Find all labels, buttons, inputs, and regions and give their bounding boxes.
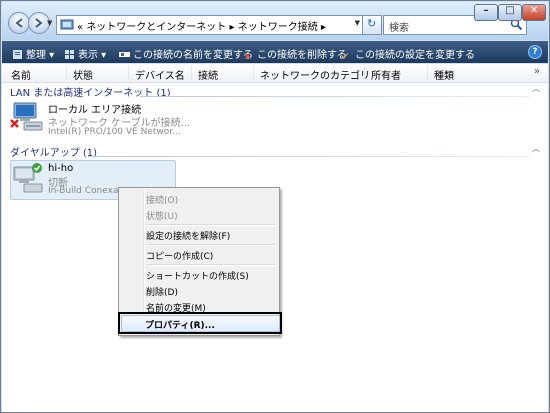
column-type[interactable]: 種類 bbox=[434, 67, 454, 82]
group-title: ダイヤルアップ (1) bbox=[10, 148, 98, 159]
dialup-connection-icon bbox=[13, 163, 43, 193]
group-header-dialup[interactable]: ダイヤルアップ (1) ︿ bbox=[10, 144, 540, 159]
back-arrow-icon bbox=[15, 18, 23, 28]
breadcrumb-network-internet[interactable]: ネットワークとインターネット bbox=[86, 22, 226, 33]
help-button[interactable]: ? bbox=[528, 45, 542, 59]
checkmark-icon: ✓ bbox=[341, 50, 351, 63]
column-divider[interactable] bbox=[253, 66, 254, 80]
properties-callout-box bbox=[118, 312, 282, 334]
change-settings-label: この接続の設定を変更する bbox=[355, 50, 475, 61]
group-header-lan[interactable]: LAN または高速インターネット (1) ︿ bbox=[10, 84, 540, 99]
collapse-chevron-icon[interactable]: ︿ bbox=[532, 83, 540, 94]
list-item-local-area-connection[interactable]: ローカル エリア接続 ネットワーク ケーブルが接続... Intel(R) PR… bbox=[10, 98, 190, 140]
column-divider[interactable] bbox=[191, 66, 192, 80]
forward-arrow-icon bbox=[35, 18, 43, 28]
close-icon: ✕ bbox=[529, 5, 539, 16]
menu-item-delete[interactable]: 削除(D) bbox=[146, 285, 178, 298]
item-device: Intel(R) PRO/100 VE Networ... bbox=[48, 127, 181, 137]
delete-connection-button[interactable]: ✕ この接続を削除する bbox=[243, 46, 347, 63]
item-name: hi-ho bbox=[48, 163, 74, 174]
column-status[interactable]: 状態 bbox=[73, 67, 93, 82]
minimize-icon: – bbox=[483, 5, 489, 16]
network-adapter-icon bbox=[10, 102, 43, 131]
organize-icon bbox=[13, 50, 22, 59]
group-divider bbox=[88, 156, 530, 157]
menu-item-create-shortcut[interactable]: ショートカットの作成(S) bbox=[146, 269, 249, 282]
maximize-button[interactable]: □ bbox=[498, 4, 522, 21]
refresh-button[interactable]: ↻ bbox=[362, 15, 382, 35]
rename-label: この接続の名前を変更する bbox=[133, 50, 253, 61]
item-device: In-Build Conexant bbox=[48, 186, 128, 196]
menu-separator bbox=[146, 244, 275, 246]
column-connection[interactable]: 接続 bbox=[198, 67, 218, 82]
organize-label: 整理 bbox=[26, 50, 46, 61]
view-icon bbox=[65, 50, 74, 59]
column-divider[interactable] bbox=[128, 66, 129, 80]
group-divider bbox=[140, 96, 530, 97]
breadcrumb-separator-icon[interactable]: ▸ bbox=[230, 22, 235, 33]
refresh-icon: ↻ bbox=[367, 17, 377, 30]
menu-item-connect[interactable]: 接続(O) bbox=[146, 193, 178, 206]
column-name[interactable]: 名前 bbox=[11, 67, 31, 82]
menu-separator bbox=[146, 264, 275, 266]
address-bar-area: ▼ « ネットワークとインターネット ▸ ネットワーク接続 ▸ ▼ ↻ 検索 –… bbox=[2, 2, 548, 40]
rename-connection-button[interactable]: この接続の名前を変更する bbox=[119, 46, 253, 61]
more-columns-icon[interactable]: » bbox=[534, 66, 540, 77]
change-settings-button[interactable]: ✓ この接続の設定を変更する bbox=[341, 46, 475, 63]
address-dropdown-icon[interactable]: ▼ bbox=[355, 19, 360, 27]
column-device-name[interactable]: デバイス名 bbox=[135, 67, 185, 82]
menu-item-status[interactable]: 状態(U) bbox=[146, 209, 178, 222]
column-divider[interactable] bbox=[364, 66, 365, 80]
maximize-icon: □ bbox=[505, 5, 515, 16]
organize-menu[interactable]: 整理 ▾ bbox=[12, 46, 54, 61]
network-folder-icon bbox=[60, 19, 74, 30]
breadcrumb-separator-icon[interactable]: ▸ bbox=[321, 22, 326, 33]
collapse-chevron-icon[interactable]: ︿ bbox=[532, 143, 540, 154]
command-bar: 整理 ▾ 表示 ▾ この接続の名前を変更する ✕ この接続を削除する ✓ この接続の… bbox=[2, 41, 548, 63]
view-menu[interactable]: 表示 ▾ bbox=[64, 46, 106, 61]
search-input[interactable]: 検索 bbox=[389, 19, 409, 34]
delete-x-icon: ✕ bbox=[243, 50, 253, 63]
column-divider[interactable] bbox=[66, 66, 67, 80]
rename-icon bbox=[119, 52, 130, 57]
menu-item-create-copy[interactable]: コピーの作成(C) bbox=[146, 249, 213, 262]
view-label: 表示 bbox=[78, 50, 98, 61]
menu-separator bbox=[146, 224, 275, 226]
column-network-category[interactable]: ネットワークのカテゴリ bbox=[260, 67, 370, 82]
minimize-button[interactable]: – bbox=[474, 4, 498, 21]
back-button[interactable] bbox=[8, 12, 30, 34]
breadcrumb-network-connections[interactable]: ネットワーク接続 bbox=[238, 22, 318, 33]
delete-label: この接続を削除する bbox=[257, 50, 347, 61]
address-bar[interactable]: « ネットワークとインターネット ▸ ネットワーク接続 ▸ ▼ bbox=[56, 15, 364, 35]
column-owner[interactable]: 所有者 bbox=[371, 67, 401, 82]
menu-item-disconnect-bridge[interactable]: 設定の接続を解除(F) bbox=[146, 229, 230, 242]
column-headers: 名前 状態 デバイス名 接続 ネットワークのカテゴリ 所有者 種類 » bbox=[2, 64, 548, 83]
history-dropdown-icon[interactable]: ▼ bbox=[47, 19, 52, 27]
column-divider[interactable] bbox=[427, 66, 428, 80]
close-button[interactable]: ✕ bbox=[522, 4, 546, 21]
address-prefix[interactable]: « bbox=[77, 22, 83, 33]
